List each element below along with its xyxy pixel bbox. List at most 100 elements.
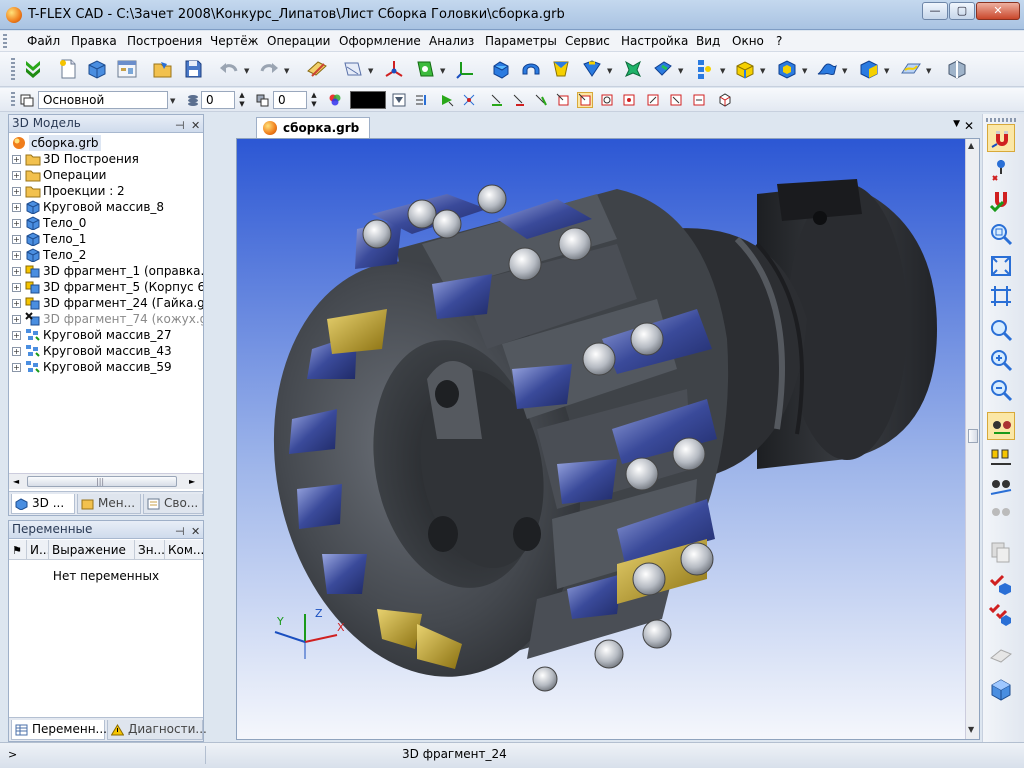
view-cube-icon[interactable] bbox=[987, 676, 1015, 704]
scroll-right-icon[interactable]: ► bbox=[189, 477, 195, 486]
loft-icon[interactable] bbox=[550, 58, 572, 80]
layer-dropdown-icon[interactable]: ▼ bbox=[170, 97, 175, 105]
tree-scroll-thumb[interactable]: ||| bbox=[27, 476, 177, 487]
select-surfaces-icon[interactable] bbox=[669, 93, 683, 107]
undo-dropdown-icon[interactable]: ▼ bbox=[244, 67, 249, 75]
priority-spinner[interactable]: ▲ ▼ bbox=[309, 91, 319, 109]
tab-properties[interactable]: Сво... bbox=[143, 494, 203, 514]
value-column-header[interactable]: Зн... bbox=[135, 540, 165, 560]
shell-dropdown-icon[interactable]: ▼ bbox=[802, 67, 807, 75]
save-icon[interactable] bbox=[182, 58, 204, 80]
tree-expand-toggle[interactable]: + bbox=[12, 219, 21, 228]
select-all-icon[interactable] bbox=[718, 93, 732, 107]
toolbar-grip[interactable] bbox=[11, 58, 15, 82]
spline-dropdown-icon[interactable]: ▼ bbox=[926, 67, 931, 75]
select-loops-icon[interactable] bbox=[512, 93, 526, 107]
boolean-icon[interactable] bbox=[622, 58, 644, 80]
tree-expand-toggle[interactable]: + bbox=[12, 283, 21, 292]
orbit-view-icon[interactable] bbox=[987, 474, 1015, 502]
pin-icon[interactable]: ⊣ bbox=[175, 117, 185, 134]
menu-file[interactable]: Файл bbox=[27, 34, 60, 48]
viewport-scroll-thumb[interactable] bbox=[968, 429, 978, 443]
document-tab[interactable]: сборка.grb bbox=[256, 117, 371, 138]
body-dropdown-icon[interactable]: ▼ bbox=[760, 67, 765, 75]
layer-select[interactable]: Основной bbox=[38, 91, 168, 109]
menu-parameters[interactable]: Параметры bbox=[485, 34, 557, 48]
select-edges-icon[interactable] bbox=[490, 93, 504, 107]
maximize-button[interactable]: ▢ bbox=[949, 2, 975, 20]
3d-viewport[interactable]: Y Z X ▲ ▼ bbox=[236, 138, 980, 740]
scroll-left-icon[interactable]: ◄ bbox=[13, 477, 19, 486]
filter-icon[interactable] bbox=[392, 93, 406, 107]
viewport-vertical-scrollbar[interactable]: ▲ ▼ bbox=[965, 139, 979, 739]
menu-construct[interactable]: Построения bbox=[127, 34, 202, 48]
tree-expand-toggle[interactable]: + bbox=[12, 315, 21, 324]
list-select-icon[interactable] bbox=[415, 93, 429, 107]
redo-dropdown-icon[interactable]: ▼ bbox=[284, 67, 289, 75]
menu-window[interactable]: Окно bbox=[732, 34, 764, 48]
zoom-previous-icon[interactable] bbox=[987, 376, 1015, 404]
3d-node-icon[interactable] bbox=[383, 58, 405, 80]
open-template-icon[interactable] bbox=[116, 58, 138, 80]
fillet-icon[interactable] bbox=[652, 58, 674, 80]
3d-scene[interactable]: Y Z X bbox=[237, 139, 965, 739]
menu-analysis[interactable]: Анализ bbox=[429, 34, 474, 48]
select-nodes-icon[interactable] bbox=[622, 93, 636, 107]
priority-field[interactable]: 0 bbox=[273, 91, 307, 109]
tab-diagnostics[interactable]: Диагности... bbox=[107, 720, 207, 740]
tree-expand-toggle[interactable]: + bbox=[12, 331, 21, 340]
name-column-header[interactable]: И... bbox=[27, 540, 49, 560]
menu-grip[interactable] bbox=[3, 34, 7, 49]
panel-close-icon[interactable]: ✕ bbox=[191, 117, 200, 134]
new-document-icon[interactable] bbox=[57, 58, 79, 80]
snap-select-icon[interactable] bbox=[440, 93, 454, 107]
menu-design[interactable]: Оформление bbox=[339, 34, 421, 48]
tab-menu[interactable]: Мен... bbox=[77, 494, 141, 514]
menu-drawing[interactable]: Чертёж bbox=[210, 34, 258, 48]
tree-expand-toggle[interactable]: + bbox=[12, 235, 21, 244]
array-dropdown-icon[interactable]: ▼ bbox=[720, 67, 725, 75]
menu-edit[interactable]: Правка bbox=[71, 34, 117, 48]
select-wires-icon[interactable] bbox=[692, 93, 706, 107]
zoom-in-icon[interactable] bbox=[987, 316, 1015, 344]
menu-help[interactable]: ? bbox=[776, 34, 782, 48]
select-operations-icon[interactable] bbox=[577, 92, 593, 108]
toolbar2-grip[interactable] bbox=[11, 92, 15, 108]
tree-expand-toggle[interactable]: + bbox=[12, 251, 21, 260]
expression-column-header[interactable]: Выражение bbox=[49, 540, 135, 560]
snap-vertex-icon[interactable] bbox=[462, 93, 476, 107]
walk-view-icon[interactable] bbox=[987, 500, 1015, 528]
minimize-button[interactable]: — bbox=[922, 2, 948, 20]
comment-column-header[interactable]: Ком... bbox=[165, 540, 203, 560]
snap-magnet-icon[interactable] bbox=[987, 124, 1015, 152]
snap-check-icon[interactable] bbox=[987, 186, 1015, 214]
color-picker[interactable] bbox=[350, 91, 386, 109]
sweep-dropdown-icon[interactable]: ▼ bbox=[607, 67, 612, 75]
tree-expand-toggle[interactable]: + bbox=[12, 363, 21, 372]
sketch-plane-icon[interactable] bbox=[342, 58, 364, 80]
extrusion-icon[interactable] bbox=[490, 58, 512, 80]
color-palette-icon[interactable] bbox=[328, 93, 342, 107]
scroll-up-icon[interactable]: ▲ bbox=[968, 141, 974, 150]
spline-surface-icon[interactable] bbox=[900, 58, 922, 80]
copy-view-icon[interactable] bbox=[987, 538, 1015, 566]
3d-profile-icon[interactable] bbox=[414, 58, 436, 80]
lcs-axes-icon[interactable] bbox=[455, 58, 477, 80]
redo-icon[interactable] bbox=[258, 58, 280, 80]
workplane-icon[interactable] bbox=[306, 58, 328, 80]
select-constructions-icon[interactable] bbox=[646, 93, 660, 107]
document-close-icon[interactable]: ✕ bbox=[964, 119, 974, 133]
level-spinner[interactable]: ▲ ▼ bbox=[237, 91, 247, 109]
menu-settings[interactable]: Настройка bbox=[621, 34, 688, 48]
scroll-down-icon[interactable]: ▼ bbox=[968, 725, 974, 734]
undo-icon[interactable] bbox=[218, 58, 240, 80]
tab-variables[interactable]: Переменн... bbox=[11, 720, 107, 740]
body-operation-icon[interactable] bbox=[734, 58, 756, 80]
pin-node-icon[interactable] bbox=[987, 156, 1015, 184]
visibility-check-icon[interactable] bbox=[987, 570, 1015, 598]
menu-service[interactable]: Сервис bbox=[565, 34, 610, 48]
tab-3d-model[interactable]: 3D ... bbox=[11, 494, 75, 514]
rotation-icon[interactable] bbox=[520, 58, 542, 80]
pan-view-icon[interactable] bbox=[987, 444, 1015, 472]
tree-expand-toggle[interactable]: + bbox=[12, 203, 21, 212]
